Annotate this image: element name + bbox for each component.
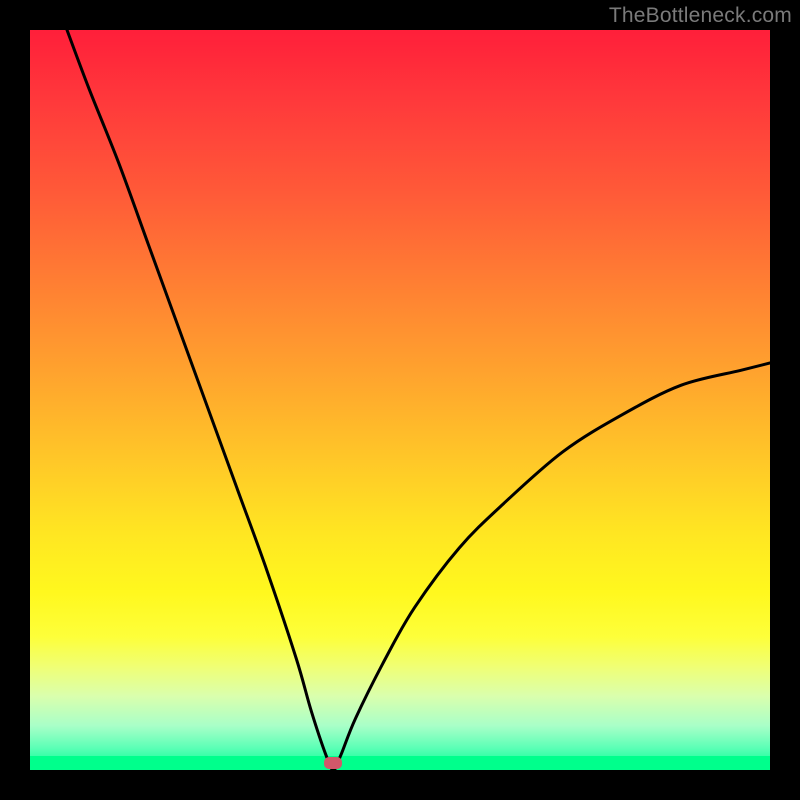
curve-svg (30, 30, 770, 770)
chart-frame: TheBottleneck.com (0, 0, 800, 800)
minimum-marker (324, 757, 342, 769)
plot-area (30, 30, 770, 770)
watermark-text: TheBottleneck.com (609, 4, 792, 28)
bottleneck-curve (67, 30, 770, 770)
